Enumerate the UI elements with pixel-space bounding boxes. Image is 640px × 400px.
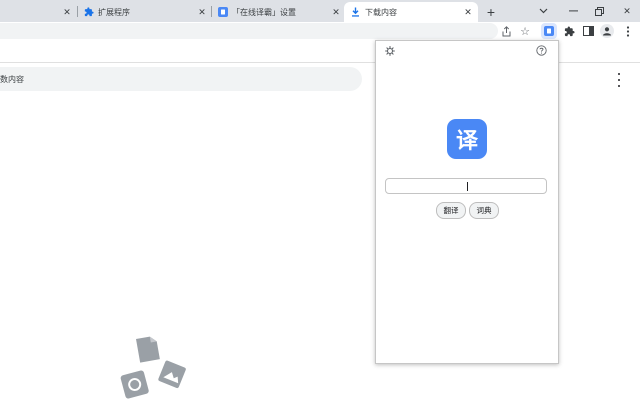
star-icon[interactable]: ☆	[519, 25, 531, 38]
dictionary-button[interactable]: 词典	[469, 202, 499, 219]
restore-icon[interactable]	[592, 4, 606, 18]
translate-button[interactable]: 翻译	[436, 202, 466, 219]
tab-partial[interactable]: ✕	[0, 2, 76, 22]
translator-app-icon	[218, 7, 228, 17]
chevron-down-icon[interactable]	[536, 4, 550, 18]
tab-label: 下载内容	[365, 8, 397, 17]
translator-logo: 译	[447, 119, 487, 159]
minimize-icon[interactable]	[566, 4, 580, 18]
close-icon[interactable]: ✕	[197, 7, 207, 17]
download-icon	[352, 7, 359, 17]
tab-extensions[interactable]: 扩展程序 ✕	[78, 2, 210, 22]
tab-downloads[interactable]: 下载内容 ✕	[344, 2, 478, 22]
help-icon[interactable]	[536, 45, 547, 56]
translate-input[interactable]	[385, 178, 547, 194]
toolbar: ☆	[0, 22, 640, 40]
search-downloads-bar[interactable]: 数内容	[0, 67, 362, 91]
browser-menu-icon[interactable]	[622, 25, 634, 37]
close-window-icon[interactable]: ✕	[620, 4, 634, 18]
tab-settings[interactable]: 「在线译霸」设置 ✕	[212, 2, 344, 22]
puzzle-icon[interactable]	[563, 25, 575, 37]
close-icon[interactable]: ✕	[331, 7, 341, 17]
tab-label: 「在线译霸」设置	[232, 8, 296, 17]
share-icon[interactable]	[500, 25, 512, 37]
side-panel-icon[interactable]	[582, 25, 594, 37]
tab-strip: ✕ 扩展程序 ✕ 「在线译霸」设置 ✕ 下载内容 ✕ + ✕	[0, 0, 640, 22]
more-options-icon[interactable]	[615, 73, 623, 87]
translator-popup: 译 翻译 词典	[375, 40, 559, 364]
tab-label: 扩展程序	[98, 8, 130, 17]
close-icon[interactable]: ✕	[463, 7, 473, 17]
search-text: 数内容	[0, 75, 24, 84]
address-bar[interactable]	[0, 23, 498, 39]
gear-icon[interactable]	[385, 46, 395, 56]
avatar[interactable]	[600, 24, 614, 38]
empty-downloads-illustration	[120, 336, 186, 399]
close-icon[interactable]: ✕	[62, 7, 72, 17]
text-caret	[467, 182, 468, 191]
translator-extension-icon[interactable]	[541, 23, 557, 39]
puzzle-icon	[84, 7, 94, 17]
new-tab-icon[interactable]: +	[484, 4, 498, 20]
